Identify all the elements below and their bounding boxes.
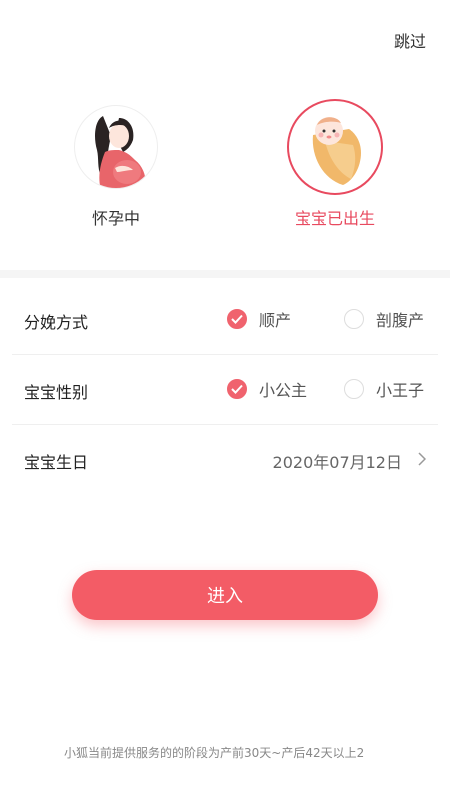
baby-birthday-label: 宝宝生日 (24, 453, 89, 472)
stage-selector: 怀孕中 宝宝已出生 (0, 99, 450, 245)
stage-baby-born-label: 宝宝已出生 (294, 209, 375, 228)
baby-birthday-value[interactable]: 2020年07月12日 (273, 449, 402, 473)
delivery-natural-label: 顺产 (259, 311, 292, 330)
delivery-cesarean-option[interactable]: 剖腹产 (344, 308, 424, 330)
stage-pregnant-label: 怀孕中 (91, 209, 140, 228)
radio-unchecked-icon (344, 379, 364, 399)
gender-boy-label: 小王子 (376, 381, 425, 400)
section-divider (0, 270, 450, 278)
gender-girl-label: 小公主 (259, 381, 308, 400)
service-stage-note: 小狐当前提供服务的的阶段为产前30天~产后42天以上2 (64, 746, 365, 760)
gender-girl-option[interactable]: 小公主 (227, 378, 307, 400)
skip-button[interactable]: 跳过 (394, 28, 426, 52)
gender-boy-option[interactable]: 小王子 (344, 378, 424, 400)
delivery-cesarean-label: 剖腹产 (376, 311, 425, 330)
chevron-right-icon[interactable] (418, 451, 427, 470)
stage-pregnant[interactable]: 怀孕中 (56, 105, 176, 229)
delivery-method-row: 分娩方式 顺产 剖腹产 (12, 285, 438, 355)
pregnant-woman-icon (74, 105, 158, 189)
swaddled-baby-icon (287, 99, 383, 195)
radio-unchecked-icon (344, 309, 364, 329)
baby-birthday-row[interactable]: 宝宝生日 2020年07月12日 (12, 425, 438, 495)
delivery-method-label: 分娩方式 (24, 313, 89, 332)
baby-gender-row: 宝宝性别 小公主 小王子 (12, 355, 438, 425)
checkmark-icon (227, 309, 247, 329)
enter-button[interactable]: 进入 (72, 570, 378, 620)
baby-gender-label: 宝宝性别 (24, 383, 89, 402)
delivery-natural-option[interactable]: 顺产 (227, 308, 291, 330)
baby-info-form: 分娩方式 顺产 剖腹产 宝宝性别 小公主 小王子 宝宝生日 2020年07月12… (12, 285, 438, 495)
stage-baby-born[interactable]: 宝宝已出生 (275, 99, 395, 229)
checkmark-icon (227, 379, 247, 399)
